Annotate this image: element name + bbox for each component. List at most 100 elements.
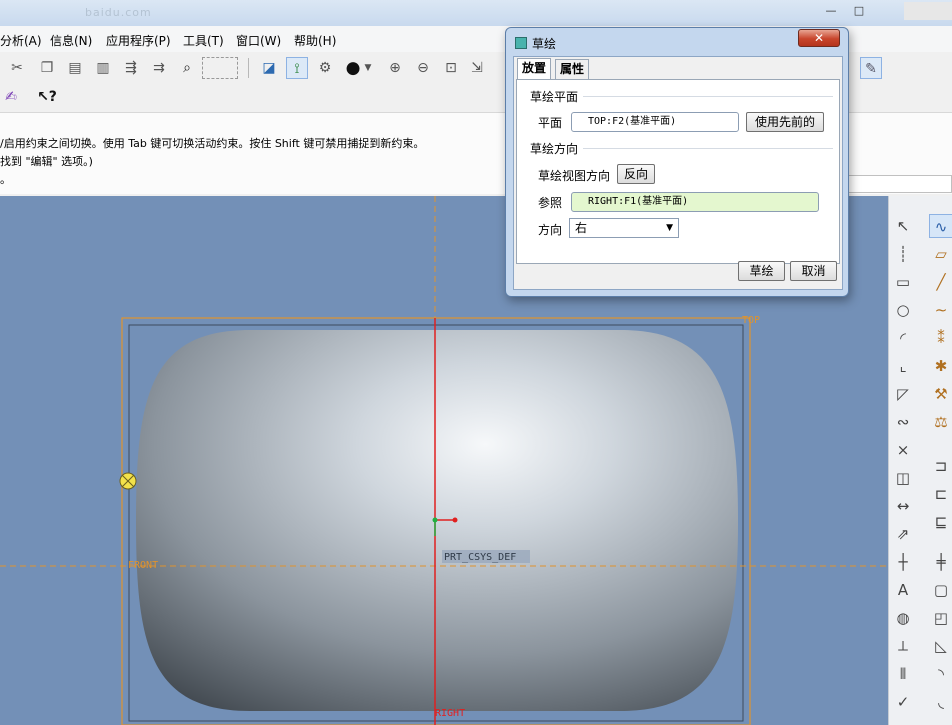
sketch-ok-button[interactable]: 草绘 bbox=[738, 261, 785, 281]
find-icon[interactable]: ⌕ bbox=[176, 57, 198, 79]
menu-tools[interactable]: 工具(T) bbox=[183, 32, 224, 49]
datum-display-icon[interactable]: ◪ bbox=[258, 57, 280, 79]
menu-window[interactable]: 窗口(W) bbox=[236, 32, 281, 49]
direction-select[interactable]: 右 ▼ bbox=[569, 218, 679, 238]
extrude-icon[interactable]: ⊐ bbox=[929, 454, 952, 478]
constraint-icon[interactable]: ┼ bbox=[891, 550, 915, 574]
trim-icon[interactable]: ⟂ bbox=[891, 634, 915, 658]
mirror-icon[interactable]: ⫴ bbox=[891, 662, 915, 686]
use-previous-button[interactable]: 使用先前的 bbox=[746, 112, 824, 132]
context-help-icon[interactable]: ↖? bbox=[36, 86, 58, 108]
reference-field[interactable]: RIGHT:F1(基准平面) bbox=[571, 192, 819, 212]
zoom-in-icon[interactable]: ⊕ bbox=[384, 57, 406, 79]
shading-icon[interactable]: ● bbox=[342, 57, 364, 79]
csys-label: PRT_CSYS_DEF bbox=[444, 552, 516, 563]
dimension-icon[interactable]: ↔ bbox=[891, 494, 915, 518]
sketch-tool-icon[interactable]: ✎ bbox=[860, 57, 882, 79]
blend-icon[interactable]: ╪ bbox=[929, 550, 952, 574]
sweep-icon[interactable]: ⊑ bbox=[929, 510, 952, 534]
regenerate-icon[interactable]: ⇶ bbox=[120, 57, 142, 79]
select-box-icon[interactable] bbox=[202, 57, 238, 79]
sketch-dialog: 草绘 ✕ 放置 属性 草绘平面 平面 TOP:F2(基准平面) 使用先前的 草绘… bbox=[505, 27, 849, 297]
analysis-icon[interactable]: ⚒ bbox=[929, 382, 952, 406]
orientation-group-label: 草绘方向 bbox=[530, 142, 579, 156]
chamfer-icon[interactable]: ◸ bbox=[891, 382, 915, 406]
modify-icon[interactable]: ⇗ bbox=[891, 522, 915, 546]
curve-icon[interactable]: ∼ bbox=[929, 298, 952, 322]
sketch-plane-group-label: 草绘平面 bbox=[530, 90, 579, 104]
message-line-2: 找到 "编辑" 选项。) bbox=[0, 155, 93, 168]
placement-panel: 草绘平面 平面 TOP:F2(基准平面) 使用先前的 草绘方向 草绘视图方向 反… bbox=[516, 79, 840, 264]
sketch-spline-icon[interactable]: ∾ bbox=[891, 410, 915, 434]
draft-icon[interactable]: ◝ bbox=[929, 662, 952, 686]
rectangle-icon[interactable]: ▭ bbox=[891, 270, 915, 294]
circle-icon[interactable]: ○ bbox=[891, 298, 915, 322]
menu-applications[interactable]: 应用程序(P) bbox=[106, 32, 171, 49]
cancel-button[interactable]: 取消 bbox=[790, 261, 837, 281]
done-check-icon[interactable]: ✓ bbox=[891, 690, 915, 714]
group-divider bbox=[583, 148, 833, 149]
centerline-icon[interactable]: ┊ bbox=[891, 242, 915, 266]
right-label: RIGHT bbox=[435, 708, 465, 719]
fillet-icon[interactable]: ⌞ bbox=[891, 354, 915, 378]
round-icon[interactable]: ◟ bbox=[929, 690, 952, 714]
sketch-pen-icon[interactable]: ✍ bbox=[0, 86, 22, 108]
dialog-body: 放置 属性 草绘平面 平面 TOP:F2(基准平面) 使用先前的 草绘方向 草绘… bbox=[513, 56, 843, 290]
menu-info[interactable]: 信息(N) bbox=[50, 32, 92, 49]
hole-icon[interactable]: ▢ bbox=[929, 578, 952, 602]
minimize-button[interactable]: — bbox=[818, 2, 844, 20]
window-title: baidu.com bbox=[85, 6, 152, 19]
csys-icon[interactable]: ✱ bbox=[929, 354, 952, 378]
revolve-icon[interactable]: ⊏ bbox=[929, 482, 952, 506]
chevron-down-icon: ▼ bbox=[666, 223, 673, 233]
chevron-down-icon[interactable]: ▼ bbox=[362, 57, 374, 79]
message-line-3: 。 bbox=[0, 173, 11, 186]
flip-button[interactable]: 反向 bbox=[617, 164, 655, 184]
paste-icon[interactable]: ▤ bbox=[64, 57, 86, 79]
top-plane-label: TOP bbox=[742, 315, 760, 326]
direction-value: 右 bbox=[575, 221, 588, 235]
maximize-button[interactable]: □ bbox=[846, 2, 872, 20]
tab-properties[interactable]: 属性 bbox=[555, 59, 590, 79]
toolbar-separator bbox=[248, 58, 249, 78]
plane-label: 平面 bbox=[538, 116, 563, 130]
cut-icon[interactable]: ✂ bbox=[6, 57, 28, 79]
plane-icon[interactable]: ▱ bbox=[929, 242, 952, 266]
sketch-tools-panel: ↖ ∿ ┊ ▱ ▭ ╱ ○ ∼ ◜ ⁑ ⌞ ✱ ◸ ⚒ ∾ ⚖ × ◫ ⊐ ↔ … bbox=[888, 196, 952, 725]
paste-special-icon[interactable]: ▥ bbox=[92, 57, 114, 79]
tab-placement[interactable]: 放置 bbox=[517, 58, 552, 80]
measure-icon[interactable]: ⚖ bbox=[929, 410, 952, 434]
message-input[interactable] bbox=[842, 175, 952, 193]
dialog-title: 草绘 bbox=[532, 37, 557, 51]
shell-icon[interactable]: ◰ bbox=[929, 606, 952, 630]
reorient-icon[interactable]: ⇲ bbox=[466, 57, 488, 79]
axis-display-icon[interactable]: ⟟ bbox=[286, 57, 308, 79]
window-title-bar: baidu.com — □ bbox=[0, 0, 952, 26]
plane-field[interactable]: TOP:F2(基准平面) bbox=[571, 112, 739, 132]
close-button[interactable]: ✕ bbox=[798, 29, 840, 47]
arc-icon[interactable]: ◜ bbox=[891, 326, 915, 350]
point-display-icon[interactable]: ⚙ bbox=[314, 57, 336, 79]
regenerate-manager-icon[interactable]: ⇉ bbox=[148, 57, 170, 79]
spline-icon[interactable]: ∿ bbox=[929, 214, 952, 238]
select-arrow-icon[interactable]: ↖ bbox=[891, 214, 915, 238]
copy-icon[interactable]: ❐ bbox=[36, 57, 58, 79]
offset-icon[interactable]: ◫ bbox=[891, 466, 915, 490]
sketch-dialog-icon bbox=[515, 37, 527, 49]
zoom-out-icon[interactable]: ⊖ bbox=[412, 57, 434, 79]
sketch-point-icon[interactable]: × bbox=[891, 438, 915, 462]
menu-analysis[interactable]: 分析(A) bbox=[0, 32, 42, 49]
axis-icon[interactable]: ╱ bbox=[929, 270, 952, 294]
message-line-1: /启用约束之间切换。使用 Tab 键可切换活动约束。按住 Shift 键可禁用捕… bbox=[0, 137, 425, 150]
menu-help[interactable]: 帮助(H) bbox=[294, 32, 336, 49]
front-label: FRONT bbox=[128, 560, 158, 571]
text-icon[interactable]: A bbox=[891, 578, 915, 602]
view-direction-label: 草绘视图方向 bbox=[538, 169, 611, 183]
csys-x-tip bbox=[452, 517, 458, 523]
refit-icon[interactable]: ⊡ bbox=[440, 57, 462, 79]
palette-icon[interactable]: ◍ bbox=[891, 606, 915, 630]
point-icon[interactable]: ⁑ bbox=[929, 326, 952, 350]
window-close-button[interactable] bbox=[904, 2, 952, 20]
csys-origin bbox=[432, 517, 438, 523]
rib-icon[interactable]: ◺ bbox=[929, 634, 952, 658]
